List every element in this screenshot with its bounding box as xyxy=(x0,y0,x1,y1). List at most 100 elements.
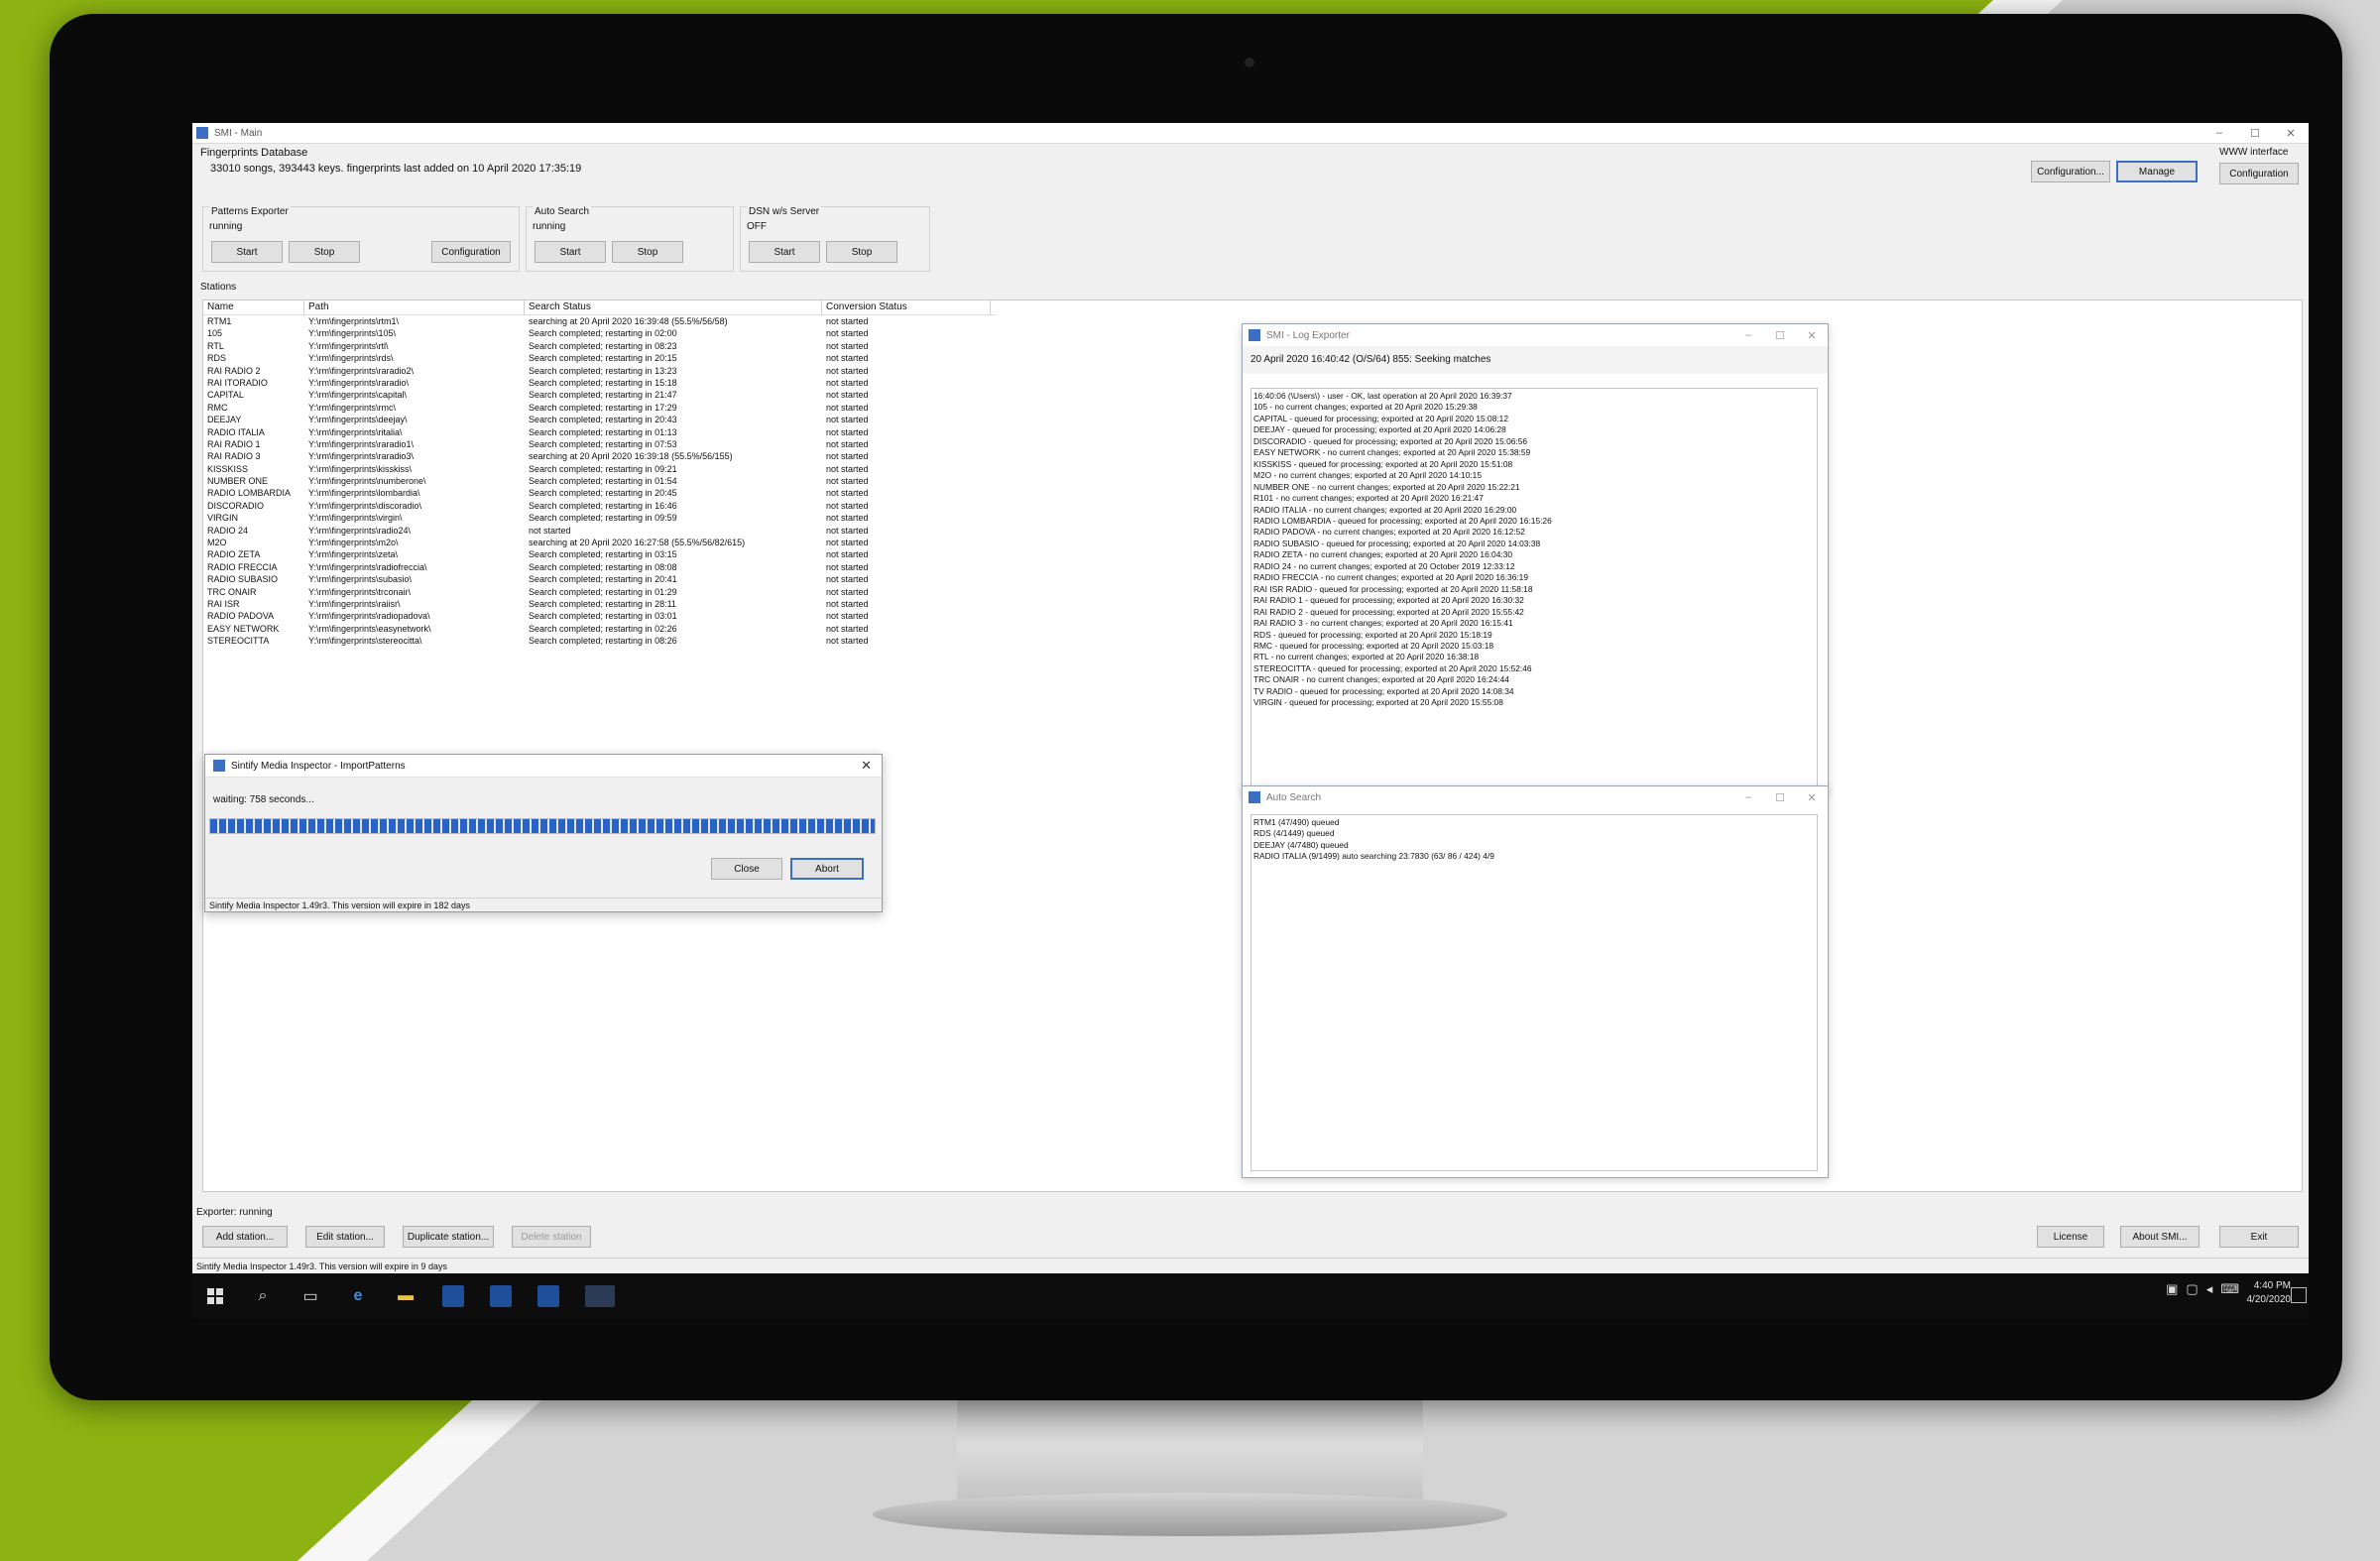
table-row[interactable]: RAI RADIO 1 Y:\rm\fingerprints\raradio1\ S… xyxy=(203,438,991,450)
app-icon[interactable] xyxy=(442,1285,464,1307)
auto-search-stop-button[interactable]: Stop xyxy=(612,241,683,263)
table-row[interactable]: RAI ITORADIO Y:\rm\fingerprints\raradio\ S… xyxy=(203,377,991,389)
close-icon[interactable]: ✕ xyxy=(1796,329,1828,342)
table-row[interactable]: RADIO LOMBARDIA Y:\rm\fingerprints\lombar… xyxy=(203,487,991,499)
dsn-start-button[interactable]: Start xyxy=(749,241,820,263)
task-view-icon[interactable]: ▭ xyxy=(299,1285,321,1307)
close-icon[interactable]: ✕ xyxy=(2273,127,2309,140)
table-row[interactable]: RAI RADIO 3 Y:\rm\fingerprints\raradio3\ s… xyxy=(203,450,991,462)
table-row[interactable]: RADIO PADOVA Y:\rm\fingerprints\radiopado… xyxy=(203,610,991,622)
notifications-icon[interactable] xyxy=(2291,1287,2307,1303)
table-row[interactable]: RADIO FRECCIA Y:\rm\fingerprints\radiofre… xyxy=(203,561,991,573)
auto-search-text[interactable]: RTM1 (47/490) queued RDS (4/1449) queued D… xyxy=(1250,814,1818,1171)
table-cell: not started xyxy=(826,636,869,647)
minimize-icon[interactable]: – xyxy=(1732,791,1764,804)
database-manage-button[interactable]: Manage xyxy=(2116,161,2198,182)
table-cell: Y:\rm\fingerprints\numberone\ xyxy=(308,476,426,487)
maximize-icon[interactable]: ☐ xyxy=(1764,329,1796,342)
table-row[interactable]: 105 Y:\rm\fingerprints\105\ Search complet… xyxy=(203,327,991,339)
auto-search-window: Auto Search – ☐ ✕ RTM1 (47/490) queued RD… xyxy=(1242,785,1829,1178)
table-row[interactable]: RMC Y:\rm\fingerprints\rmc\ Search complet… xyxy=(203,402,991,414)
delete-station-button[interactable]: Delete station xyxy=(512,1226,591,1248)
edge-icon[interactable]: e xyxy=(347,1285,369,1307)
table-cell: Search completed; restarting in 09:59 xyxy=(529,513,677,524)
minimize-icon[interactable]: – xyxy=(2202,127,2237,140)
column-header[interactable]: Search Status xyxy=(525,300,822,314)
edit-station-button[interactable]: Edit station... xyxy=(305,1226,385,1248)
clock[interactable]: 4:40 PM 4/20/2020 xyxy=(2247,1279,2292,1307)
app-icon[interactable] xyxy=(537,1285,559,1307)
table-row[interactable]: KISSKISS Y:\rm\fingerprints\kisskiss\ Sear… xyxy=(203,463,991,475)
table-cell: not started xyxy=(826,438,869,449)
dsn-server-group: DSN w/s Server OFF Start Stop xyxy=(740,206,930,272)
search-icon[interactable]: ⌕ xyxy=(252,1285,274,1307)
exit-button[interactable]: Exit xyxy=(2219,1226,2299,1248)
app-icon[interactable] xyxy=(585,1285,615,1307)
windows-icon[interactable] xyxy=(204,1285,226,1307)
log-line: RAI RADIO 1 - queued for processing; exp… xyxy=(1253,595,1524,606)
table-row[interactable]: STEREOCITTA Y:\rm\fingerprints\stereocitt… xyxy=(203,635,991,647)
table-row[interactable]: RTM1 Y:\rm\fingerprints\rtm1\ searching at… xyxy=(203,315,991,327)
www-configuration-button[interactable]: Configuration xyxy=(2219,163,2299,184)
table-cell: Search completed; restarting in 17:29 xyxy=(529,402,677,413)
table-cell: not started xyxy=(826,328,869,339)
table-row[interactable]: TRC ONAIR Y:\rm\fingerprints\trconair\ Sea… xyxy=(203,586,991,598)
table-cell: not started xyxy=(826,513,869,524)
table-cell: Y:\rm\fingerprints\raradio1\ xyxy=(308,438,415,449)
table-row[interactable]: RADIO ITALIA Y:\rm\fingerprints\ritalia\ S… xyxy=(203,426,991,438)
column-header[interactable]: Path xyxy=(304,300,525,314)
table-cell: Search completed; restarting in 08:08 xyxy=(529,561,677,572)
log-text[interactable]: 16:40:06 (\Users\) - user - OK, last ope… xyxy=(1250,388,1818,788)
table-row[interactable]: NUMBER ONE Y:\rm\fingerprints\numberone\ S… xyxy=(203,475,991,487)
stations-rows: RTM1 Y:\rm\fingerprints\rtm1\ searching at… xyxy=(203,315,991,648)
table-row[interactable]: VIRGIN Y:\rm\fingerprints\virgin\ Search c… xyxy=(203,512,991,524)
dialog-close-button[interactable]: Close xyxy=(711,858,782,880)
database-configuration-button[interactable]: Configuration... xyxy=(2031,161,2110,182)
file-explorer-icon[interactable]: ▬ xyxy=(395,1285,416,1307)
duplicate-station-button[interactable]: Duplicate station... xyxy=(403,1226,494,1248)
maximize-icon[interactable]: ☐ xyxy=(2237,127,2273,140)
license-button[interactable]: License xyxy=(2037,1226,2104,1248)
column-header[interactable]: Name xyxy=(203,300,304,314)
table-row[interactable]: RTL Y:\rm\fingerprints\rtl\ Search complet… xyxy=(203,340,991,352)
table-row[interactable]: M2O Y:\rm\fingerprints\m2o\ searching at 2… xyxy=(203,537,991,548)
volume-icon[interactable]: ◂ xyxy=(2206,1281,2213,1297)
dialog-abort-button[interactable]: Abort xyxy=(790,858,864,880)
network-icon[interactable]: ▣ xyxy=(2166,1281,2178,1297)
window-title: SMI - Main xyxy=(214,127,263,139)
table-cell: RAI RADIO 2 xyxy=(207,365,261,376)
exporter-start-button[interactable]: Start xyxy=(211,241,283,263)
minimize-icon[interactable]: – xyxy=(1732,329,1764,342)
close-icon[interactable]: ✕ xyxy=(861,758,872,774)
about-button[interactable]: About SMI... xyxy=(2120,1226,2200,1248)
exporter-stop-button[interactable]: Stop xyxy=(289,241,360,263)
table-cell: not started xyxy=(826,488,869,499)
table-row[interactable]: RDS Y:\rm\fingerprints\rds\ Search complet… xyxy=(203,352,991,364)
table-row[interactable]: RAI ISR Y:\rm\fingerprints\raiisr\ Search … xyxy=(203,598,991,610)
column-header[interactable]: Conversion Status xyxy=(822,300,991,314)
table-row[interactable]: DISCORADIO Y:\rm\fingerprints\discoradio\… xyxy=(203,500,991,512)
app-icon[interactable] xyxy=(490,1285,512,1307)
maximize-icon[interactable]: ☐ xyxy=(1764,791,1796,804)
exporter-configuration-button[interactable]: Configuration xyxy=(431,241,511,263)
close-icon[interactable]: ✕ xyxy=(1796,791,1828,804)
tray-app-icon[interactable]: ▢ xyxy=(2186,1281,2198,1297)
table-row[interactable]: EASY NETWORK Y:\rm\fingerprints\easynetwo… xyxy=(203,623,991,635)
log-line: RADIO ITALIA - no current changes; expor… xyxy=(1253,504,1517,515)
table-cell: CAPITAL xyxy=(207,390,244,401)
language-icon[interactable]: ⌨ xyxy=(2220,1281,2239,1297)
table-row[interactable]: RADIO ZETA Y:\rm\fingerprints\zeta\ Search… xyxy=(203,548,991,560)
add-station-button[interactable]: Add station... xyxy=(202,1226,288,1248)
dialog-title: Sintify Media Inspector - ImportPatterns xyxy=(231,760,406,772)
table-row[interactable]: DEEJAY Y:\rm\fingerprints\deejay\ Search c… xyxy=(203,414,991,425)
table-cell: not started xyxy=(826,463,869,474)
table-row[interactable]: RADIO 24 Y:\rm\fingerprints\radio24\ not s… xyxy=(203,525,991,537)
table-row[interactable]: RADIO SUBASIO Y:\rm\fingerprints\subasio\… xyxy=(203,573,991,585)
clock-date: 4/20/2020 xyxy=(2246,1294,2292,1305)
log-line: RADIO FRECCIA - no current changes; expo… xyxy=(1253,572,1528,583)
table-row[interactable]: RAI RADIO 2 Y:\rm\fingerprints\raradio2\ S… xyxy=(203,365,991,377)
table-row[interactable]: CAPITAL Y:\rm\fingerprints\capital\ Search… xyxy=(203,389,991,401)
auto-search-start-button[interactable]: Start xyxy=(535,241,606,263)
dsn-stop-button[interactable]: Stop xyxy=(826,241,897,263)
table-cell: not started xyxy=(826,623,869,634)
